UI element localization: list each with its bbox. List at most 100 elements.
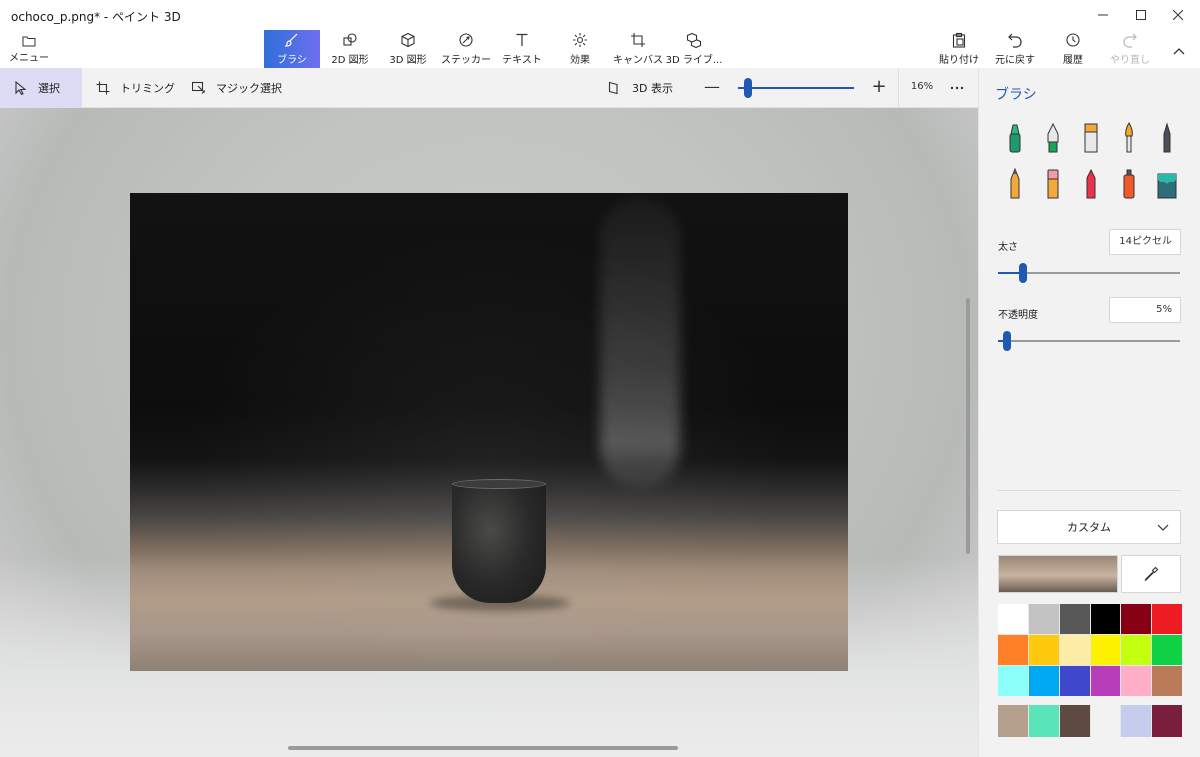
close-button[interactable]: [1155, 0, 1200, 30]
zoom-percent[interactable]: 16%: [904, 81, 940, 92]
color-swatch[interactable]: [1090, 604, 1121, 634]
oil-brush-icon: [1084, 123, 1098, 153]
color-swatch[interactable]: [998, 604, 1028, 634]
redo-button[interactable]: やり直し: [1102, 30, 1158, 68]
zoom-slider-thumb[interactable]: [744, 78, 752, 98]
menu-button[interactable]: メニュー: [8, 30, 50, 68]
history-label: 履歴: [1063, 55, 1083, 66]
opacity-input[interactable]: 5%: [1109, 297, 1181, 323]
opacity-slider-track[interactable]: [998, 340, 1180, 342]
tool-text[interactable]: テキスト: [494, 30, 550, 68]
eraser-button[interactable]: [1040, 166, 1066, 202]
magic-select-label: マジック選択: [216, 82, 282, 95]
paste-icon: [952, 32, 966, 48]
more-options-button[interactable]: [944, 76, 970, 100]
color-swatch[interactable]: [1028, 604, 1059, 634]
tool-effects[interactable]: 効果: [552, 30, 608, 68]
eraser-icon: [1047, 169, 1059, 199]
oil-brush-button[interactable]: [1078, 120, 1104, 156]
color-swatch[interactable]: [1152, 604, 1182, 634]
color-swatch[interactable]: [1121, 604, 1152, 634]
custom-color-swatch[interactable]: [1121, 705, 1152, 737]
tool-2d-shapes[interactable]: 2D 図形: [322, 30, 378, 68]
tool-label: 3D 図形: [389, 55, 427, 66]
zoom-out-button[interactable]: —: [704, 79, 720, 96]
redo-icon: [1123, 33, 1137, 48]
current-color-swatch[interactable]: [998, 555, 1118, 593]
tool-3d-shapes[interactable]: 3D 図形: [380, 30, 436, 68]
ribbon-toolbar: メニュー ブラシ 2D 図形 3D 図形 ステッカー テキスト 効果 キャンバス…: [0, 30, 1200, 68]
thickness-input[interactable]: 14ピクセル: [1109, 229, 1181, 255]
thickness-slider-thumb[interactable]: [1019, 263, 1027, 283]
view-3d-button[interactable]: 3D 表示: [608, 68, 673, 108]
opacity-slider-thumb[interactable]: [1003, 331, 1011, 351]
custom-color-palette: [998, 705, 1182, 737]
tool-3d-library[interactable]: 3D ライブ...: [666, 30, 722, 68]
color-swatch[interactable]: [998, 666, 1028, 696]
marker-brush-button[interactable]: [1002, 120, 1028, 156]
divider: [898, 68, 899, 108]
select-button[interactable]: 選択: [0, 68, 82, 108]
history-icon: [1066, 33, 1080, 47]
custom-color-swatch[interactable]: [998, 705, 1028, 737]
eyedropper-button[interactable]: [1121, 555, 1181, 593]
pencil-brush-button[interactable]: [1002, 166, 1028, 202]
trim-button[interactable]: トリミング: [96, 68, 175, 108]
vertical-scrollbar[interactable]: [966, 298, 970, 554]
horizontal-scrollbar[interactable]: [288, 746, 678, 750]
color-swatch[interactable]: [998, 635, 1028, 665]
window-title: ochoco_p.png* - ペイント 3D: [11, 10, 181, 24]
zoom-slider-track[interactable]: [738, 87, 854, 89]
color-swatch[interactable]: [1121, 666, 1152, 696]
custom-color-swatch[interactable]: [1152, 705, 1182, 737]
palette-mode-dropdown[interactable]: カスタム: [997, 510, 1181, 544]
tool-label: ブラシ: [277, 55, 307, 66]
tool-canvas[interactable]: キャンバス: [610, 30, 666, 68]
color-swatch[interactable]: [1059, 666, 1090, 696]
color-swatch[interactable]: [1028, 666, 1059, 696]
brush-icon: [284, 33, 298, 47]
image-canvas[interactable]: [130, 193, 848, 671]
custom-color-swatch[interactable]: [1090, 705, 1121, 737]
tool-label: キャンバス: [613, 55, 663, 66]
canvas-icon: [631, 33, 645, 47]
magic-select-button[interactable]: マジック選択: [192, 68, 282, 108]
color-swatch[interactable]: [1028, 635, 1059, 665]
color-swatch[interactable]: [1152, 666, 1182, 696]
color-palette: [998, 604, 1182, 696]
divider: [997, 490, 1181, 491]
color-swatch[interactable]: [1121, 635, 1152, 665]
paste-button[interactable]: 貼り付け: [931, 30, 987, 68]
more-icon: [950, 86, 964, 90]
custom-color-swatch[interactable]: [1028, 705, 1059, 737]
collapse-ribbon-button[interactable]: [1168, 40, 1190, 62]
color-swatch[interactable]: [1090, 666, 1121, 696]
zoom-in-button[interactable]: +: [870, 78, 888, 97]
pixel-pen-button[interactable]: [1154, 120, 1180, 156]
fill-bucket-button[interactable]: [1154, 166, 1180, 202]
watercolor-brush-icon: [1125, 122, 1133, 153]
color-swatch[interactable]: [1090, 635, 1121, 665]
watercolor-brush-button[interactable]: [1116, 120, 1142, 156]
undo-icon: [1008, 33, 1022, 48]
3d-library-icon: [686, 32, 702, 48]
color-swatch[interactable]: [1059, 604, 1090, 634]
tool-stickers[interactable]: ステッカー: [438, 30, 494, 68]
spray-can-button[interactable]: [1116, 166, 1142, 202]
effects-icon: [573, 33, 587, 47]
undo-button[interactable]: 元に戻す: [987, 30, 1043, 68]
color-swatch[interactable]: [1152, 635, 1182, 665]
custom-color-swatch[interactable]: [1059, 705, 1090, 737]
calligraphy-pen-button[interactable]: [1040, 120, 1066, 156]
pencil-icon: [1010, 167, 1020, 199]
history-button[interactable]: 履歴: [1045, 30, 1101, 68]
color-swatch[interactable]: [1059, 635, 1090, 665]
palette-mode-label: カスタム: [1067, 521, 1111, 534]
close-icon: [1173, 10, 1183, 20]
panel-title: ブラシ: [995, 87, 1037, 103]
workspace[interactable]: [0, 108, 978, 757]
eyedropper-icon: [1144, 566, 1159, 581]
crayon-button[interactable]: [1078, 166, 1104, 202]
tool-brush[interactable]: ブラシ: [264, 30, 320, 68]
steam: [600, 198, 680, 488]
